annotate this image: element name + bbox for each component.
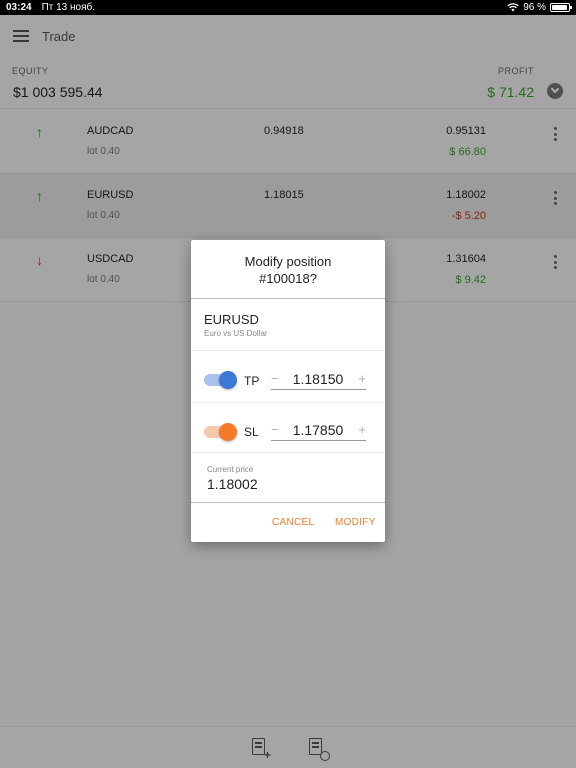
divider bbox=[191, 350, 385, 351]
sl-stepper: − 1.17850 + bbox=[271, 421, 366, 441]
dialog-symbol: EURUSD bbox=[204, 312, 259, 327]
divider bbox=[191, 298, 385, 299]
dialog-title-line1: Modify position bbox=[244, 254, 332, 269]
dialog-title: Modify position #100018? bbox=[191, 253, 385, 287]
tp-value-input[interactable]: 1.18150 bbox=[292, 371, 344, 387]
sl-value-input[interactable]: 1.17850 bbox=[292, 422, 344, 438]
status-bar: 03:24 Пт 13 нояб. 96 % bbox=[0, 0, 576, 15]
sl-toggle[interactable] bbox=[204, 423, 237, 441]
sl-label: SL bbox=[244, 425, 259, 439]
tp-toggle[interactable] bbox=[204, 371, 237, 389]
dialog-title-line2: #100018? bbox=[259, 271, 317, 286]
status-date: Пт 13 нояб. bbox=[41, 2, 96, 13]
current-price-label: Current price bbox=[207, 465, 254, 474]
divider bbox=[191, 402, 385, 403]
tp-stepper: − 1.18150 + bbox=[271, 370, 366, 390]
status-right: 96 % bbox=[507, 2, 572, 13]
tp-decrement-button[interactable]: − bbox=[271, 371, 279, 387]
battery-percent: 96 % bbox=[523, 2, 546, 13]
current-price-value: 1.18002 bbox=[207, 476, 258, 492]
status-time: 03:24 bbox=[6, 2, 32, 13]
modify-button[interactable]: MODIFY bbox=[335, 517, 376, 528]
battery-icon bbox=[550, 3, 572, 12]
tp-label: TP bbox=[244, 374, 260, 388]
divider bbox=[191, 452, 385, 453]
divider bbox=[191, 502, 385, 503]
modify-position-dialog: Modify position #100018? EURUSD Euro vs … bbox=[191, 240, 385, 542]
sl-increment-button[interactable]: + bbox=[358, 422, 366, 438]
wifi-icon bbox=[507, 3, 519, 12]
tp-increment-button[interactable]: + bbox=[358, 371, 366, 387]
dialog-symbol-description: Euro vs US Dollar bbox=[204, 329, 268, 338]
sl-decrement-button[interactable]: − bbox=[271, 422, 279, 438]
cancel-button[interactable]: CANCEL bbox=[272, 517, 314, 528]
